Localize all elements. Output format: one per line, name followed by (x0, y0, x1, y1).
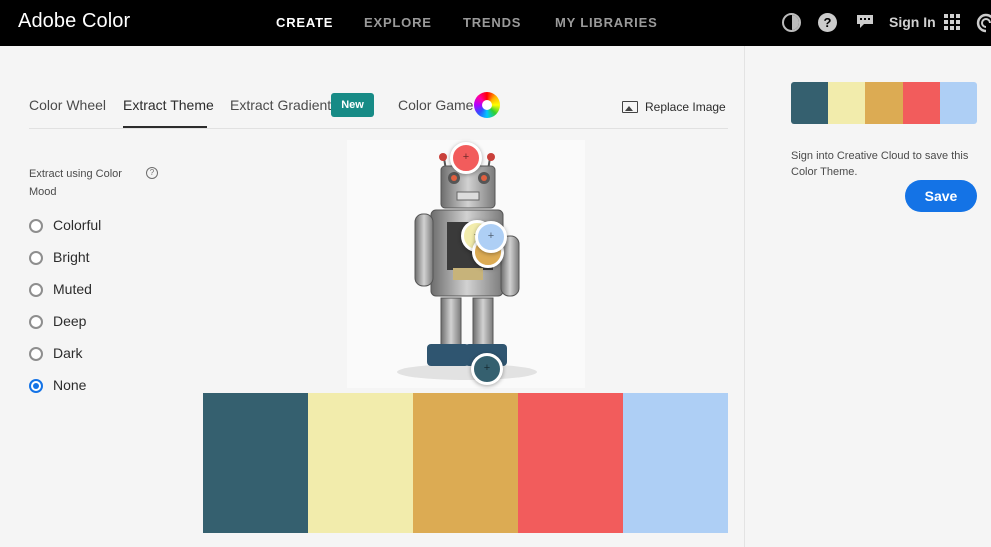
image-icon[interactable] (622, 101, 638, 113)
chat-icon[interactable] (856, 14, 874, 29)
radio-button[interactable] (29, 315, 43, 329)
color-picker-5[interactable] (475, 221, 507, 253)
preview-swatch-3 (865, 82, 903, 124)
radio-button[interactable] (29, 251, 43, 265)
nav-create[interactable]: CREATE (276, 15, 333, 30)
nav-my-libraries[interactable]: MY LIBRARIES (555, 15, 658, 30)
nav-trends[interactable]: TRENDS (463, 15, 521, 30)
radio-button-selected[interactable] (29, 379, 43, 393)
preview-swatch-1 (791, 82, 829, 124)
theme-preview (791, 82, 977, 124)
color-picker-1[interactable] (471, 353, 503, 385)
radio-button[interactable] (29, 283, 43, 297)
radio-button[interactable] (29, 347, 43, 361)
preview-swatch-2 (828, 82, 866, 124)
swatch-1[interactable] (203, 393, 308, 533)
app-brand[interactable]: Adobe Color (18, 10, 130, 33)
tab-color-game[interactable]: Color Game (398, 97, 473, 113)
preview-swatch-5 (939, 82, 977, 124)
right-panel: Sign into Creative Cloud to save this Co… (744, 46, 991, 547)
top-nav-bar: Adobe Color CREATE EXPLORE TRENDS MY LIB… (0, 0, 991, 46)
source-photo (347, 140, 585, 388)
sign-in-link[interactable]: Sign In (889, 14, 936, 30)
help-icon[interactable]: ? (818, 13, 837, 32)
save-button[interactable]: Save (905, 180, 977, 212)
tab-extract-gradient[interactable]: Extract Gradient (230, 97, 331, 113)
tab-extract-theme[interactable]: Extract Theme (123, 97, 214, 113)
contrast-icon[interactable] (782, 13, 801, 32)
mood-option-label: Muted (53, 281, 92, 297)
replace-image-button[interactable]: Replace Image (645, 100, 726, 114)
mood-option-label: Bright (53, 249, 90, 265)
swatch-2[interactable] (308, 393, 413, 533)
apps-grid-icon[interactable] (944, 14, 960, 30)
color-picker-4[interactable] (450, 142, 482, 174)
preview-swatch-4 (902, 82, 940, 124)
swatch-3[interactable] (413, 393, 518, 533)
tab-color-wheel[interactable]: Color Wheel (29, 97, 106, 113)
mood-option-label: Dark (53, 345, 83, 361)
tabs-divider (29, 128, 728, 129)
theme-swatches (203, 393, 728, 533)
swatch-4[interactable] (518, 393, 623, 533)
help-icon[interactable]: ? (146, 167, 158, 179)
mood-option-label: Colorful (53, 217, 102, 233)
mood-option-label: None (53, 377, 87, 393)
new-badge: New (331, 93, 374, 117)
creative-cloud-icon[interactable] (974, 13, 991, 33)
swatch-5[interactable] (623, 393, 728, 533)
mood-label: Extract using Color Mood (29, 168, 122, 198)
mood-option-label: Deep (53, 313, 87, 329)
color-wheel-icon[interactable] (474, 92, 500, 118)
radio-button[interactable] (29, 219, 43, 233)
nav-explore[interactable]: EXPLORE (364, 15, 432, 30)
sign-in-note: Sign into Creative Cloud to save this Co… (791, 150, 969, 178)
